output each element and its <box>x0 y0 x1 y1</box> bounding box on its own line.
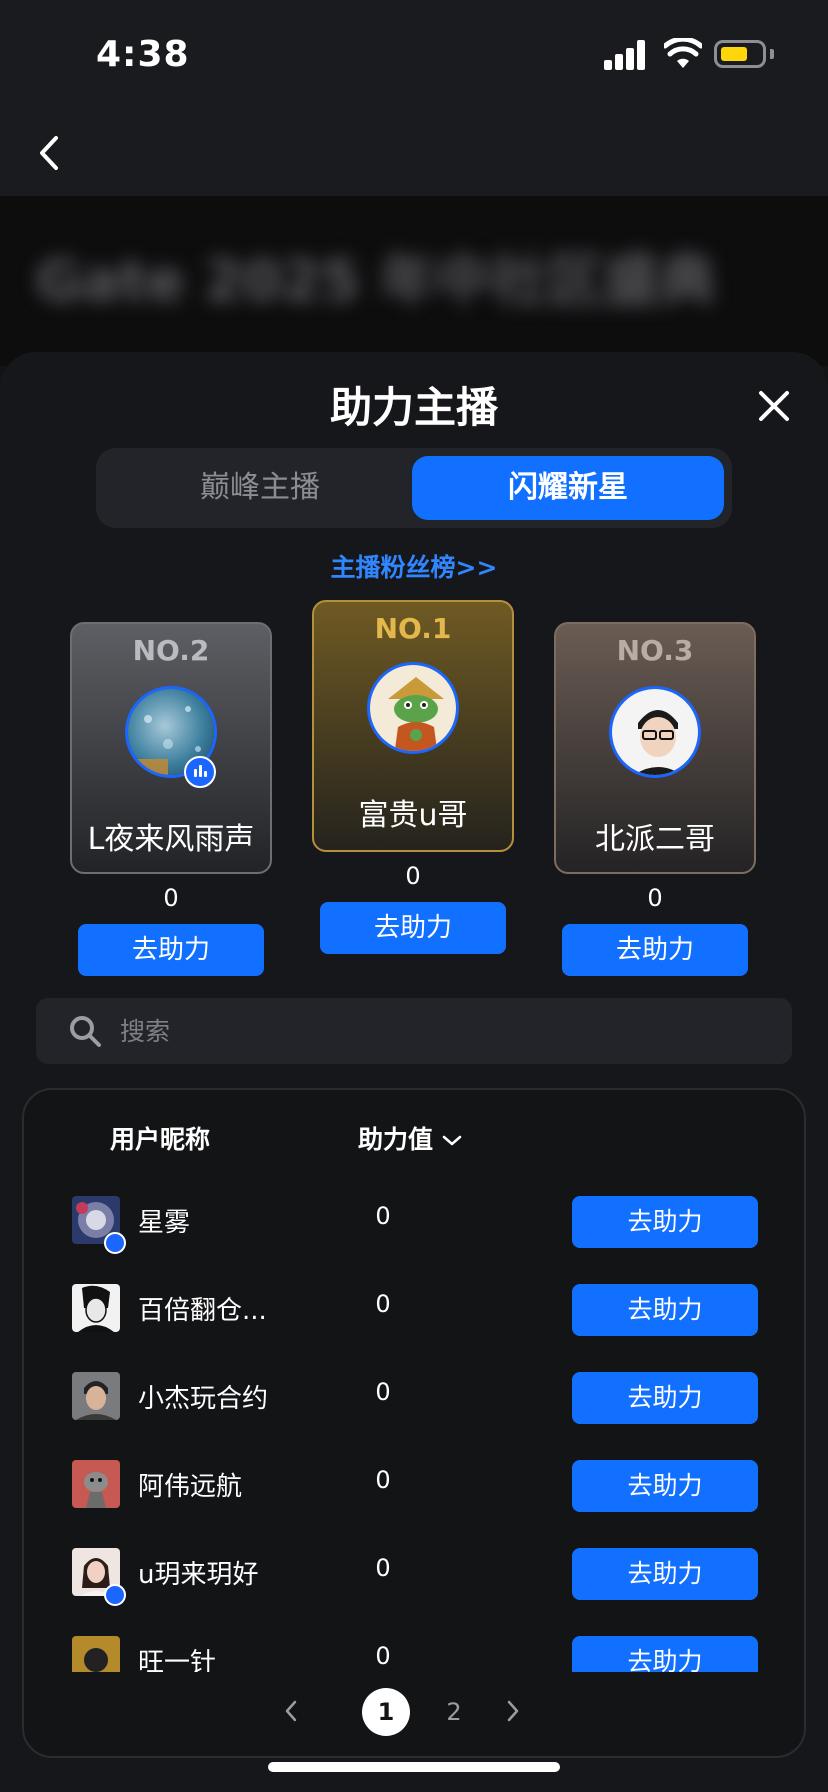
tab-switch: 巅峰主播 闪耀新星 <box>96 448 732 528</box>
streamer-list-panel: 用户昵称 助力值 星雾 0 去助力 百倍翻仓... 0 去助力 小杰玩合约 0 … <box>22 1088 806 1758</box>
back-chevron-icon[interactable] <box>30 128 70 178</box>
screen: 4:38 Gate 2025 年中社区盛典 助力主播 巅峰主播 闪耀新星 主播粉… <box>0 0 828 1792</box>
boost-button[interactable]: 去助力 <box>572 1636 758 1672</box>
column-header-boost-value-label: 助力值 <box>358 1125 434 1154</box>
tab-rising-stars[interactable]: 闪耀新星 <box>412 456 724 520</box>
event-banner: Gate 2025 年中社区盛典 <box>0 196 828 366</box>
tab-peak-streamers[interactable]: 巅峰主播 <box>104 456 416 520</box>
boost-button[interactable]: 去助力 <box>572 1548 758 1600</box>
list-item-score: 0 <box>375 1290 391 1318</box>
chevron-left-icon[interactable] <box>276 1692 306 1730</box>
podium-card-rank-2[interactable]: NO.2 L夜来风雨声 <box>70 622 272 874</box>
list-item: 旺一针 0 去助力 <box>24 1616 804 1672</box>
boost-button-rank-2[interactable]: 去助力 <box>78 924 264 976</box>
boost-button-rank-3[interactable]: 去助力 <box>562 924 748 976</box>
boost-button[interactable]: 去助力 <box>572 1460 758 1512</box>
boost-button-rank-1[interactable]: 去助力 <box>320 902 506 954</box>
page-button-1[interactable]: 1 <box>362 1688 410 1736</box>
close-icon[interactable] <box>756 388 792 424</box>
streamer-name: 北派二哥 <box>595 822 715 857</box>
list-rows: 星雾 0 去助力 百倍翻仓... 0 去助力 小杰玩合约 0 去助力 阿伟远航 … <box>24 1176 804 1672</box>
search-input[interactable] <box>120 1010 760 1052</box>
rank-label: NO.1 <box>374 612 452 645</box>
avatar <box>72 1372 120 1420</box>
boost-button[interactable]: 去助力 <box>572 1372 758 1424</box>
page-button-2[interactable]: 2 <box>430 1688 478 1736</box>
list-item-name: 阿伟远航 <box>138 1472 243 1502</box>
list-item-score: 0 <box>375 1378 391 1406</box>
status-bar: 4:38 <box>0 0 828 110</box>
column-header-boost-value[interactable]: 助力值 <box>358 1120 463 1156</box>
live-badge-icon <box>104 1584 126 1606</box>
search-icon <box>70 1016 101 1047</box>
list-item-score: 0 <box>375 1642 391 1670</box>
list-item-name: 星雾 <box>138 1208 191 1238</box>
list-item-name: 百倍翻仓... <box>138 1296 267 1326</box>
avatar <box>609 686 701 778</box>
status-time: 4:38 <box>96 34 190 75</box>
chevron-down-icon <box>442 1135 462 1146</box>
boost-streamer-sheet: 助力主播 巅峰主播 闪耀新星 主播粉丝榜>> NO.2 L夜来风雨声 0 去助力… <box>0 352 828 1792</box>
list-item-score: 0 <box>375 1466 391 1494</box>
banner-title: Gate 2025 年中社区盛典 <box>36 249 716 314</box>
podium-card-rank-1[interactable]: NO.1 富贵u哥 <box>312 600 514 852</box>
live-badge-icon <box>104 1232 126 1254</box>
list-item: 小杰玩合约 0 去助力 <box>24 1352 804 1440</box>
rank-label: NO.2 <box>132 634 210 667</box>
live-badge-icon <box>184 756 216 788</box>
list-item-score: 0 <box>375 1554 391 1582</box>
battery-cap <box>770 49 774 59</box>
podium-score-rank-2: 0 <box>163 884 179 912</box>
fans-ranking-link[interactable]: 主播粉丝榜>> <box>0 548 828 584</box>
list-item: u玥来玥好 0 去助力 <box>24 1528 804 1616</box>
podium-card-rank-3[interactable]: NO.3 北派二哥 <box>554 622 756 874</box>
boost-button[interactable]: 去助力 <box>572 1196 758 1248</box>
list-item-name: 小杰玩合约 <box>138 1384 269 1414</box>
column-header-nickname: 用户昵称 <box>110 1125 211 1154</box>
streamer-name: 富贵u哥 <box>358 798 468 833</box>
avatar <box>72 1284 120 1332</box>
streamer-name: L夜来风雨声 <box>87 822 255 857</box>
avatar <box>72 1460 120 1508</box>
list-item: 百倍翻仓... 0 去助力 <box>24 1264 804 1352</box>
list-item-name: u玥来玥好 <box>138 1560 259 1590</box>
list-item-name: 旺一针 <box>138 1648 217 1672</box>
boost-button[interactable]: 去助力 <box>572 1284 758 1336</box>
wifi-icon <box>664 38 702 68</box>
chevron-right-icon[interactable] <box>498 1692 528 1730</box>
search-box <box>36 998 792 1064</box>
list-item-score: 0 <box>375 1202 391 1230</box>
avatar <box>72 1636 120 1672</box>
rank-label: NO.3 <box>616 634 694 667</box>
avatar <box>367 662 459 754</box>
pagination: 1 2 <box>24 1686 804 1736</box>
list-item: 阿伟远航 0 去助力 <box>24 1440 804 1528</box>
nav-bar <box>0 110 828 196</box>
battery-icon <box>714 40 766 68</box>
cellular-signal-icon <box>604 40 646 70</box>
list-item: 星雾 0 去助力 <box>24 1176 804 1264</box>
podium-score-rank-1: 0 <box>405 862 421 890</box>
home-indicator <box>268 1762 560 1772</box>
podium-score-rank-3: 0 <box>647 884 663 912</box>
sheet-title: 助力主播 <box>329 383 498 432</box>
